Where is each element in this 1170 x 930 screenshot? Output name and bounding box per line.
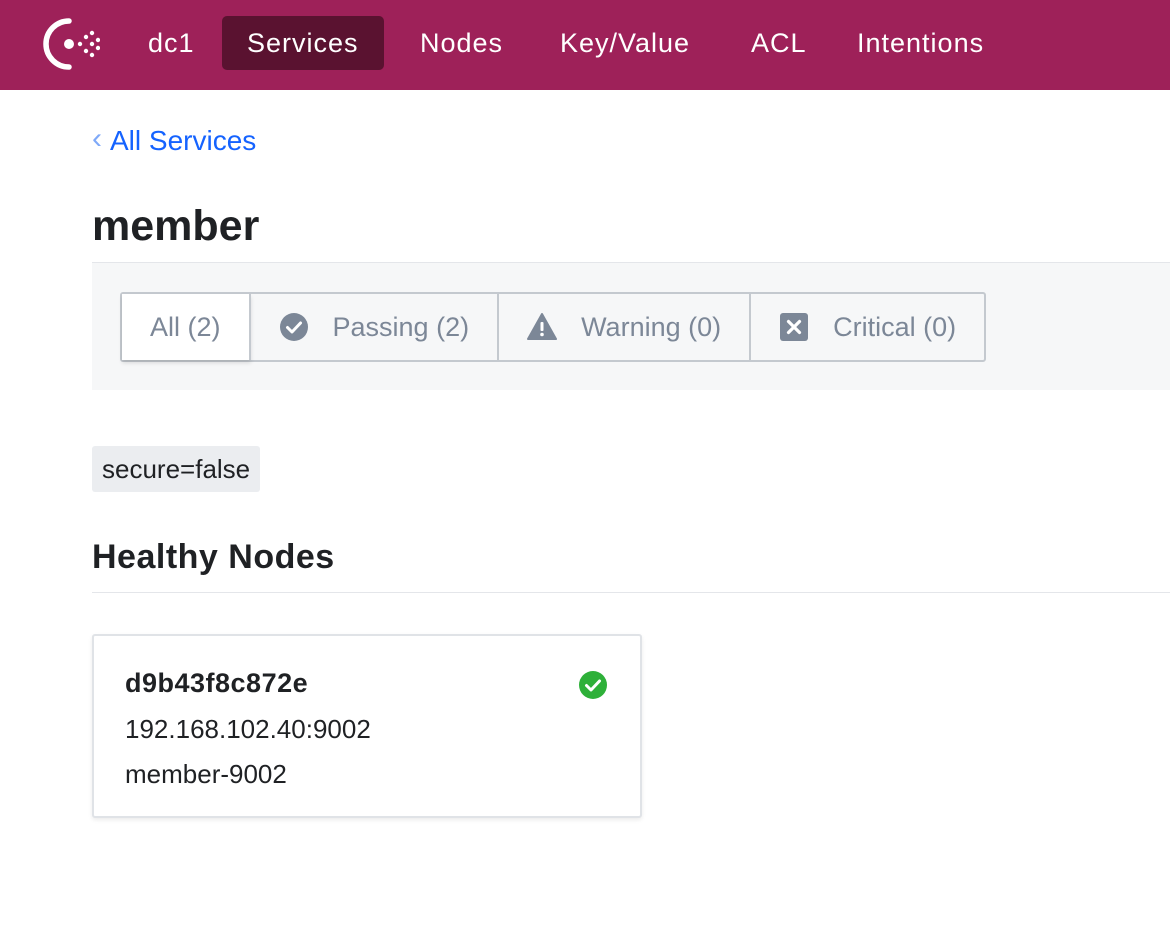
node-card[interactable]: d9b43f8c872e 192.168.102.40:9002 member-… [92,634,642,818]
node-name[interactable]: d9b43f8c872e [125,668,308,699]
filter-warning[interactable]: Warning (0) [499,294,752,360]
filter-critical[interactable]: Critical (0) [751,294,984,360]
section-divider [92,592,1170,593]
nav-item-key-value[interactable]: Key/Value [560,16,690,70]
page-title: member [92,202,260,250]
breadcrumb-label: All Services [110,125,257,156]
filter-warning-label: Warning (0) [581,311,722,342]
consul-logo-icon[interactable] [42,17,100,71]
check-circle-icon [279,313,308,341]
top-navigation: dc1 Services Nodes Key/Value ACL Intenti… [0,0,1170,90]
nav-item-acl[interactable]: ACL [751,16,807,70]
datacenter-selector[interactable]: dc1 [148,16,195,70]
chevron-left-icon: ‹ [92,122,102,155]
x-square-icon [780,313,809,341]
nav-item-nodes[interactable]: Nodes [420,16,503,70]
filter-passing[interactable]: Passing (2) [251,294,500,360]
warning-icon [527,313,558,340]
service-tag: secure=false [92,446,261,492]
breadcrumb-all-services[interactable]: ‹ All Services [92,122,257,157]
filter-all-label: All (2) [150,311,221,342]
nav-item-intentions[interactable]: Intentions [857,16,984,70]
healthy-nodes-heading: Healthy Nodes [92,538,335,576]
filter-passing-label: Passing (2) [332,311,470,342]
nav-item-services[interactable]: Services [222,16,384,70]
filter-all[interactable]: All (2) [122,294,251,360]
node-service-id: member-9002 [125,759,287,789]
node-address: 192.168.102.40:9002 [125,714,371,744]
health-filter-group: All (2) Passing (2) Warning (0) Critical… [120,292,987,362]
filter-critical-label: Critical (0) [833,311,957,342]
check-circle-icon [579,671,607,699]
